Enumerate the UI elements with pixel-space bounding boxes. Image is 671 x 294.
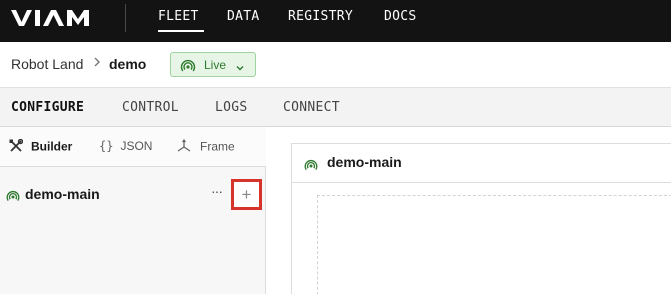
- builder-tools-icon: [9, 138, 24, 156]
- nav-fleet[interactable]: FLEET: [158, 9, 199, 24]
- tab-connect[interactable]: CONNECT: [283, 100, 340, 115]
- tree-item-label: demo-main: [25, 186, 100, 202]
- breadcrumb-org[interactable]: Robot Land: [11, 56, 83, 72]
- signal-icon: [180, 57, 196, 73]
- mode-frame[interactable]: Frame: [176, 139, 235, 156]
- chevron-down-icon: [235, 60, 245, 71]
- nav-docs[interactable]: DOCS: [384, 9, 417, 24]
- nav-divider: [125, 4, 126, 32]
- signal-icon: [6, 188, 20, 202]
- breadcrumb: Robot Land demo Live: [0, 42, 671, 88]
- machine-card-header: demo-main: [291, 143, 671, 183]
- nav-active-underline: [158, 30, 204, 32]
- nav-data[interactable]: DATA: [227, 9, 260, 24]
- mode-builder[interactable]: Builder: [9, 138, 73, 156]
- config-sidebar: Builder {} JSON Frame demo-main ··· +: [0, 127, 266, 294]
- live-status-dropdown[interactable]: Live: [170, 52, 256, 77]
- tab-control[interactable]: CONTROL: [122, 100, 179, 115]
- more-options-icon[interactable]: ···: [211, 183, 223, 199]
- json-braces-icon: {}: [99, 139, 114, 153]
- viam-logo[interactable]: [11, 9, 95, 27]
- mode-json[interactable]: {} JSON: [99, 139, 152, 153]
- add-component-button[interactable]: +: [231, 179, 262, 210]
- config-mode-bar: Builder {} JSON Frame: [0, 127, 266, 167]
- signal-icon: [304, 157, 318, 171]
- tree-item-demo-main[interactable]: demo-main ···: [0, 179, 266, 209]
- config-main: demo-main: [267, 127, 671, 294]
- mode-builder-label: Builder: [31, 139, 73, 154]
- breadcrumb-robot: demo: [109, 56, 147, 72]
- tab-configure[interactable]: CONFIGURE: [11, 100, 84, 115]
- top-nav: FLEET DATA REGISTRY DOCS: [0, 0, 671, 42]
- plus-icon: +: [241, 185, 252, 204]
- robot-tabs: CONFIGURE CONTROL LOGS CONNECT: [0, 88, 671, 127]
- breadcrumb-separator-icon: [92, 56, 102, 71]
- frame-axes-icon: [176, 139, 192, 156]
- nav-registry[interactable]: REGISTRY: [288, 9, 353, 24]
- mode-json-label: JSON: [120, 139, 153, 153]
- tab-logs[interactable]: LOGS: [215, 100, 248, 115]
- live-status-label: Live: [204, 58, 227, 72]
- machine-card-title: demo-main: [327, 154, 402, 170]
- mode-frame-label: Frame: [200, 139, 235, 154]
- empty-drop-area: [317, 195, 671, 294]
- machine-card-body: [291, 183, 671, 294]
